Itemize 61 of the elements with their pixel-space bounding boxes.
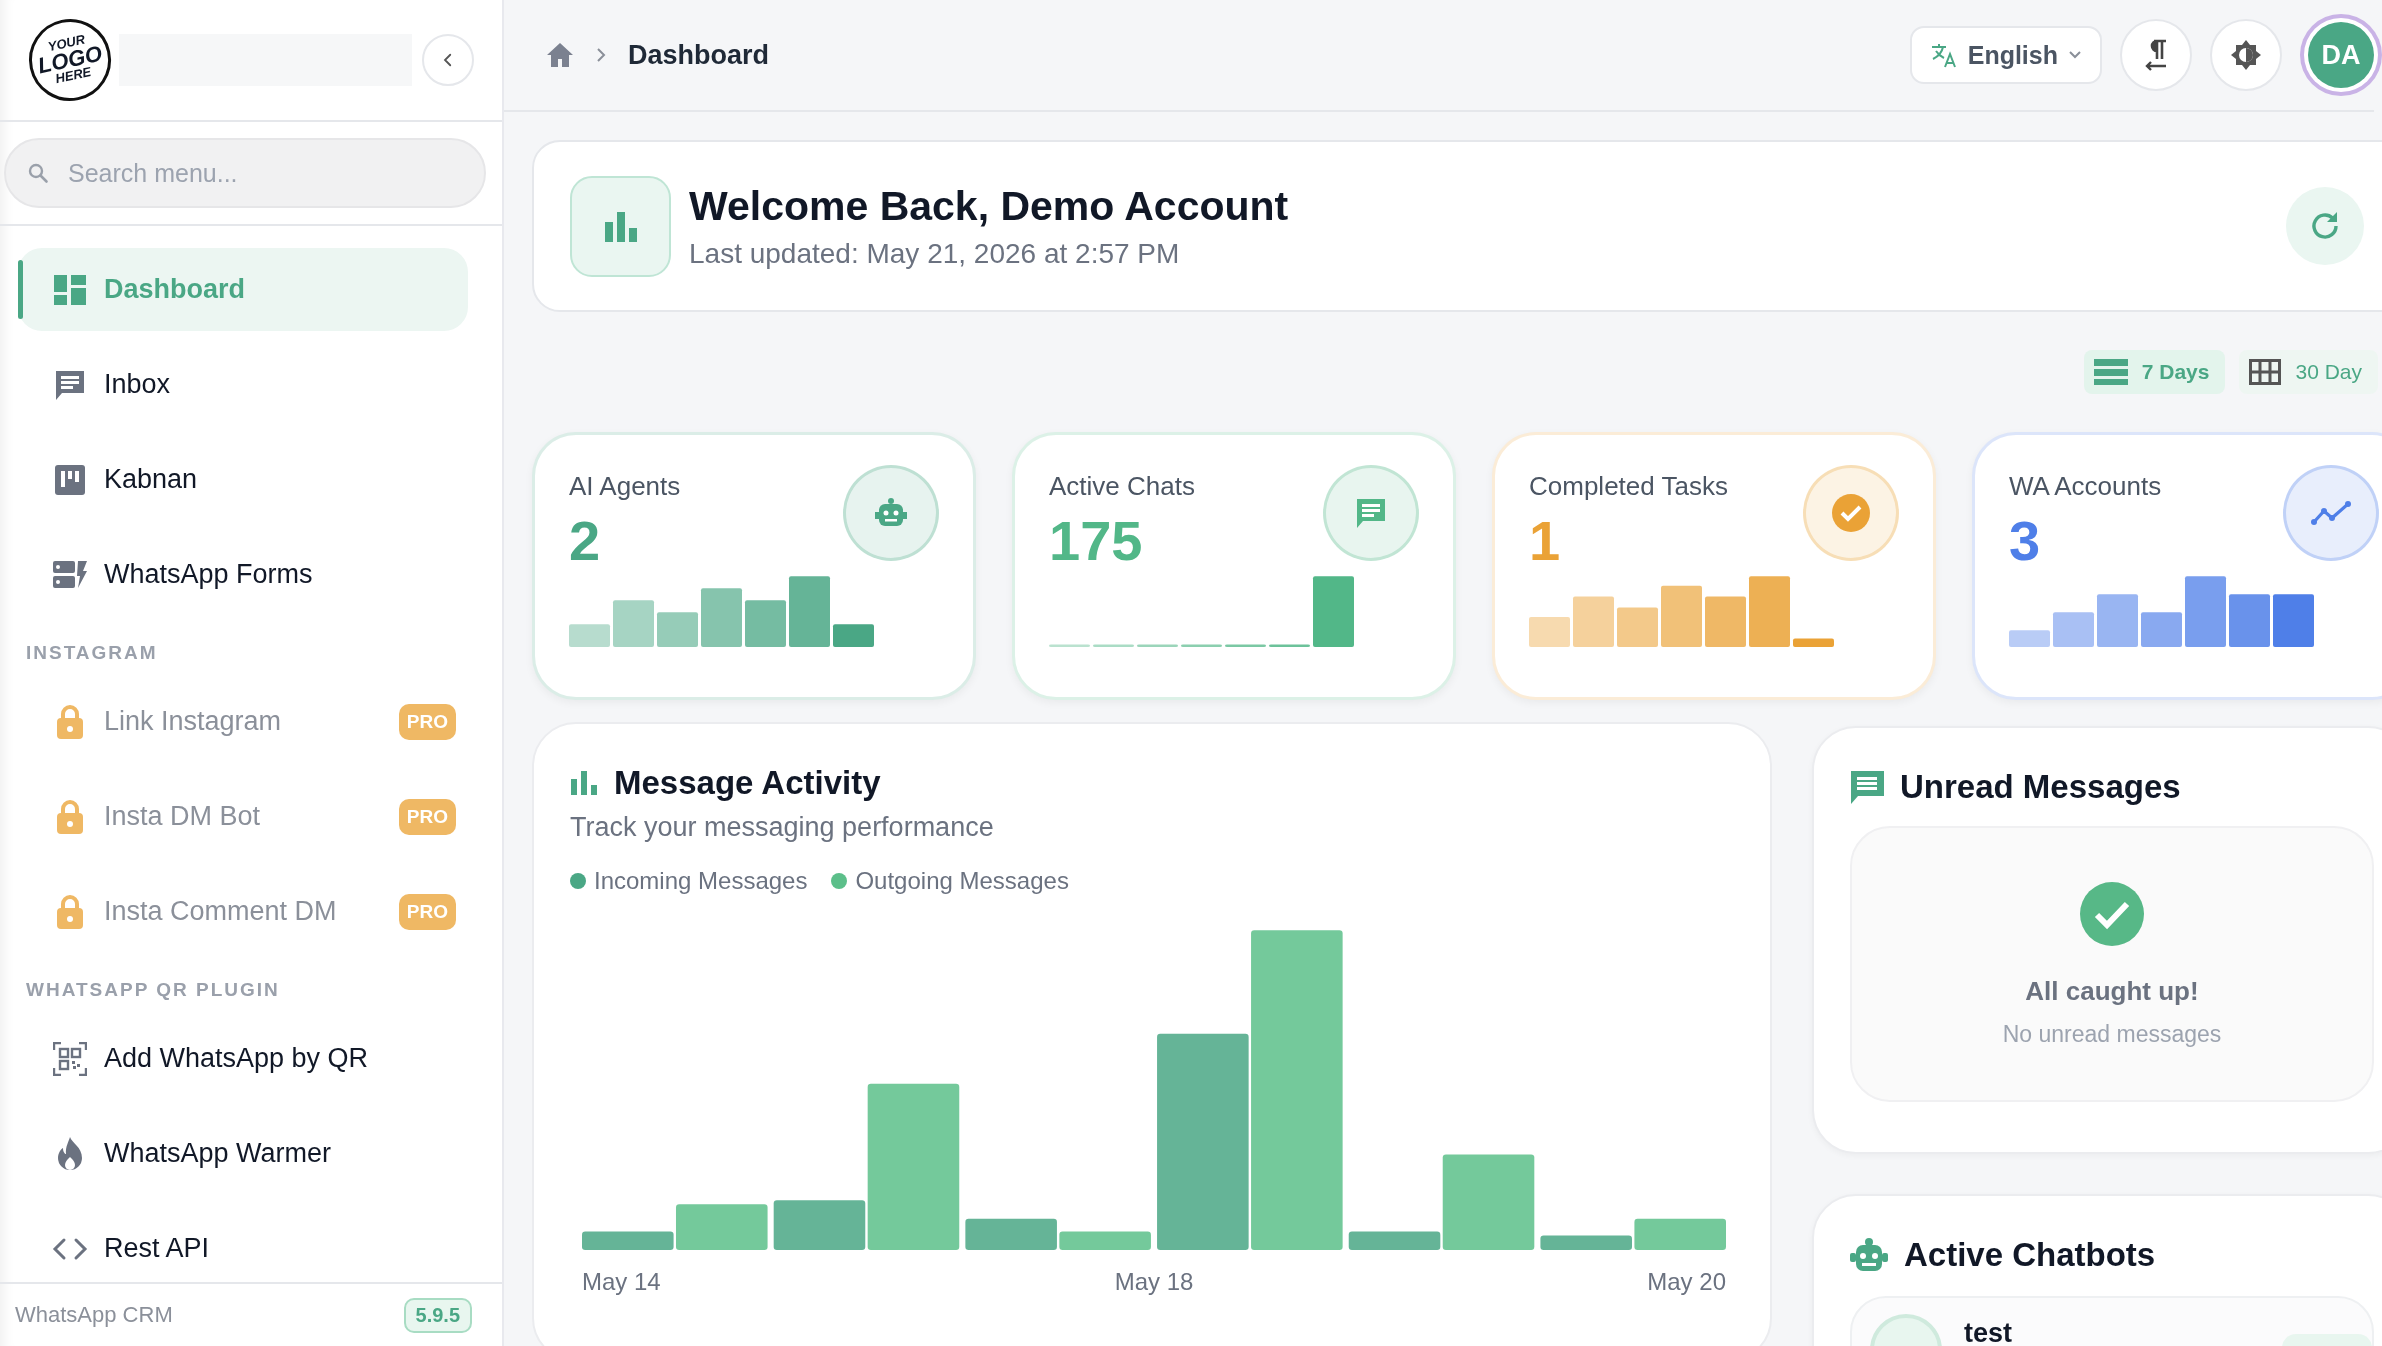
pro-badge: PRO xyxy=(398,703,456,740)
card-title: Message Activity xyxy=(614,764,881,802)
stat-label: WA Accounts xyxy=(2009,471,2162,502)
stat-value: 2 xyxy=(569,508,602,573)
forms-icon xyxy=(53,560,87,589)
code-icon xyxy=(52,1236,88,1261)
axis-label: May 14 xyxy=(582,1268,661,1296)
nav-item[interactable]: Inbox xyxy=(18,343,468,426)
legend-label: Incoming Messages xyxy=(594,867,808,895)
stat-value: 3 xyxy=(2009,508,2042,573)
check-circle-icon xyxy=(2080,882,2144,946)
card-title: Unread Messages xyxy=(1900,768,2181,806)
rows-icon xyxy=(2093,359,2128,385)
empty-title: All caught up! xyxy=(2025,976,2199,1007)
dashboard-icon xyxy=(54,274,86,305)
card-title: Active Chatbots xyxy=(1904,1236,2156,1274)
search-field[interactable]: Search menu... xyxy=(4,138,486,208)
last-updated-text: Last updated: May 21, 2026 at 2:57 PM xyxy=(689,237,1181,270)
chart-icon xyxy=(570,771,598,795)
robot-icon xyxy=(1850,1238,1888,1272)
nav-item[interactable]: Kabnan xyxy=(18,438,468,521)
chart-icon xyxy=(570,175,671,277)
lock-icon xyxy=(56,703,84,740)
pro-badge: PRO xyxy=(398,798,456,835)
breadcrumb-current: Dashboard xyxy=(628,39,770,71)
caret-icon xyxy=(2068,50,2082,60)
lock-icon xyxy=(56,798,84,835)
nav-item[interactable]: Add WhatsApp by QR xyxy=(18,1017,468,1100)
chevron-right-icon xyxy=(594,46,608,64)
stat-label: Active Chats xyxy=(1049,471,1195,502)
message-icon xyxy=(1850,770,1884,804)
grid-icon xyxy=(2249,359,2282,385)
chatbot-name: test xyxy=(1964,1318,2012,1346)
pro-badge: PRO xyxy=(398,893,456,930)
version-badge: 5.9.5 xyxy=(403,1297,472,1333)
language-select[interactable]: English xyxy=(1909,26,2102,84)
flame-icon xyxy=(56,1136,84,1171)
app-name: WhatsApp CRM xyxy=(15,1302,173,1328)
axis-label: May 20 xyxy=(1647,1268,1726,1296)
paragraph-icon xyxy=(2143,39,2169,71)
card-subtitle: Track your messaging performance xyxy=(570,812,995,843)
qr-code-icon xyxy=(53,1041,87,1076)
lock-icon xyxy=(56,893,84,930)
empty-text: No unread messages xyxy=(2002,1021,2222,1048)
home-icon[interactable] xyxy=(546,42,574,68)
board-icon xyxy=(55,464,85,495)
brightness-icon xyxy=(2230,39,2262,71)
nav-item[interactable]: WhatsApp Warmer xyxy=(18,1112,468,1195)
nav-item[interactable]: WhatsApp Forms xyxy=(18,533,468,616)
section-heading: WHATSAPP QR PLUGIN xyxy=(25,978,281,1002)
axis-label: May 18 xyxy=(1114,1268,1194,1296)
stat-label: AI Agents xyxy=(569,471,681,502)
nav-item[interactable]: Rest API xyxy=(18,1207,468,1282)
stat-label: Completed Tasks xyxy=(1529,471,1728,502)
section-heading: INSTAGRAM xyxy=(25,641,159,665)
chatbot-item[interactable]: test xyxy=(1850,1296,2374,1346)
translate-icon xyxy=(1929,42,1958,68)
stat-value: 175 xyxy=(1049,508,1144,573)
welcome-title: Welcome Back, Demo Account xyxy=(689,182,1289,230)
legend-label: Outgoing Messages xyxy=(855,867,1069,895)
stat-value: 1 xyxy=(1529,508,1562,573)
